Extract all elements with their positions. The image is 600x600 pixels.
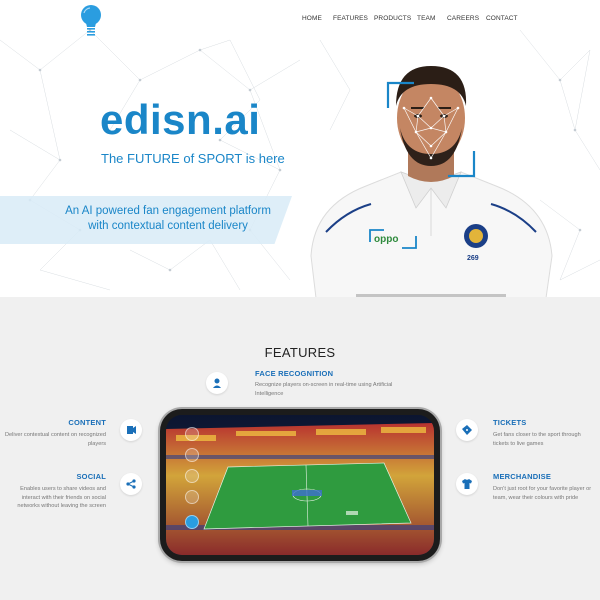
- hero-subtitle-line1: An AI powered fan engagement platform: [65, 205, 271, 217]
- tickets-desc-line1: Get fans closer to the sport through: [493, 432, 581, 438]
- nav-contact[interactable]: CONTACT: [486, 15, 518, 22]
- tickets-desc: Get fans closer to the sport through tic…: [493, 431, 600, 448]
- content-desc-line1: Deliver contextual content on recognized: [4, 432, 106, 438]
- hero-subtitle-line2: with contextual content delivery: [88, 220, 248, 232]
- share-screen-button[interactable]: [185, 469, 199, 483]
- social-heading: SOCIAL: [76, 472, 106, 481]
- face-recognition-desc-line1: Recognize players on-screen in real-time…: [255, 382, 393, 388]
- jersey-number: 269: [467, 255, 479, 262]
- content-desc-line2: players: [87, 440, 106, 447]
- social-desc-line3: networks without leaving the screen: [17, 503, 106, 510]
- tickets-heading: TICKETS: [493, 418, 527, 427]
- content-icon[interactable]: [120, 419, 142, 441]
- social-desc: Enables users to share videos and intera…: [0, 485, 106, 511]
- features-title: FEATURES: [264, 345, 336, 360]
- merchandise-desc-line1: Don't just root for your favorite player…: [493, 486, 592, 492]
- phone-mockup: [160, 409, 440, 561]
- main-nav: HOME FEATURES PRODUCTS TEAM CAREERS CONT…: [0, 15, 600, 27]
- jersey-brand: oppo: [374, 234, 398, 245]
- hero-subtitle: An AI powered fan engagement platform wi…: [58, 204, 278, 234]
- content-screen-button[interactable]: [185, 490, 199, 504]
- face-recognition-heading: FACE RECOGNITION: [255, 369, 334, 378]
- social-desc-line2: interact with their friends on social: [21, 494, 106, 501]
- brand-title: edisn.ai: [100, 96, 261, 143]
- merchandise-desc: Don't just root for your favorite player…: [493, 485, 600, 502]
- tshirt-icon[interactable]: [456, 473, 478, 495]
- merchandise-heading: MERCHANDISE: [493, 472, 552, 481]
- content-heading: CONTENT: [68, 418, 106, 427]
- face-scan-icon[interactable]: [206, 372, 228, 394]
- phone-screen: [166, 415, 434, 555]
- player-image: oppo 269: [310, 66, 553, 297]
- tickets-desc-line2: tickets to live games: [493, 440, 544, 447]
- nav-features[interactable]: FEATURES: [333, 15, 368, 22]
- nav-team[interactable]: TEAM: [417, 15, 435, 22]
- hero-tagline: The FUTURE of SPORT is here: [101, 151, 285, 166]
- social-desc-line1: Enables users to share videos and: [20, 486, 106, 492]
- features-section: FEATURES FACE RECOGNITION Recognize play…: [0, 297, 600, 600]
- content-desc: Deliver contextual content on recognized…: [0, 431, 106, 448]
- ticket-icon[interactable]: [456, 419, 478, 441]
- stadium-image: [166, 415, 434, 555]
- nav-careers[interactable]: CAREERS: [447, 15, 479, 22]
- face-recognition-desc-line2: Intelligence: [255, 390, 284, 397]
- nav-products[interactable]: PRODUCTS: [374, 15, 411, 22]
- share-icon[interactable]: [120, 473, 142, 495]
- ticket-screen-button[interactable]: [185, 448, 199, 462]
- bulb-screen-button[interactable]: [185, 515, 199, 529]
- face-recognition-desc: Recognize players on-screen in real-time…: [255, 381, 435, 398]
- hero-section: HOME FEATURES PRODUCTS TEAM CAREERS CONT…: [0, 0, 600, 297]
- merchandise-desc-line2: team, wear their colours with pride: [493, 494, 579, 501]
- tag-player-button[interactable]: [185, 427, 199, 441]
- nav-home[interactable]: HOME: [302, 15, 322, 22]
